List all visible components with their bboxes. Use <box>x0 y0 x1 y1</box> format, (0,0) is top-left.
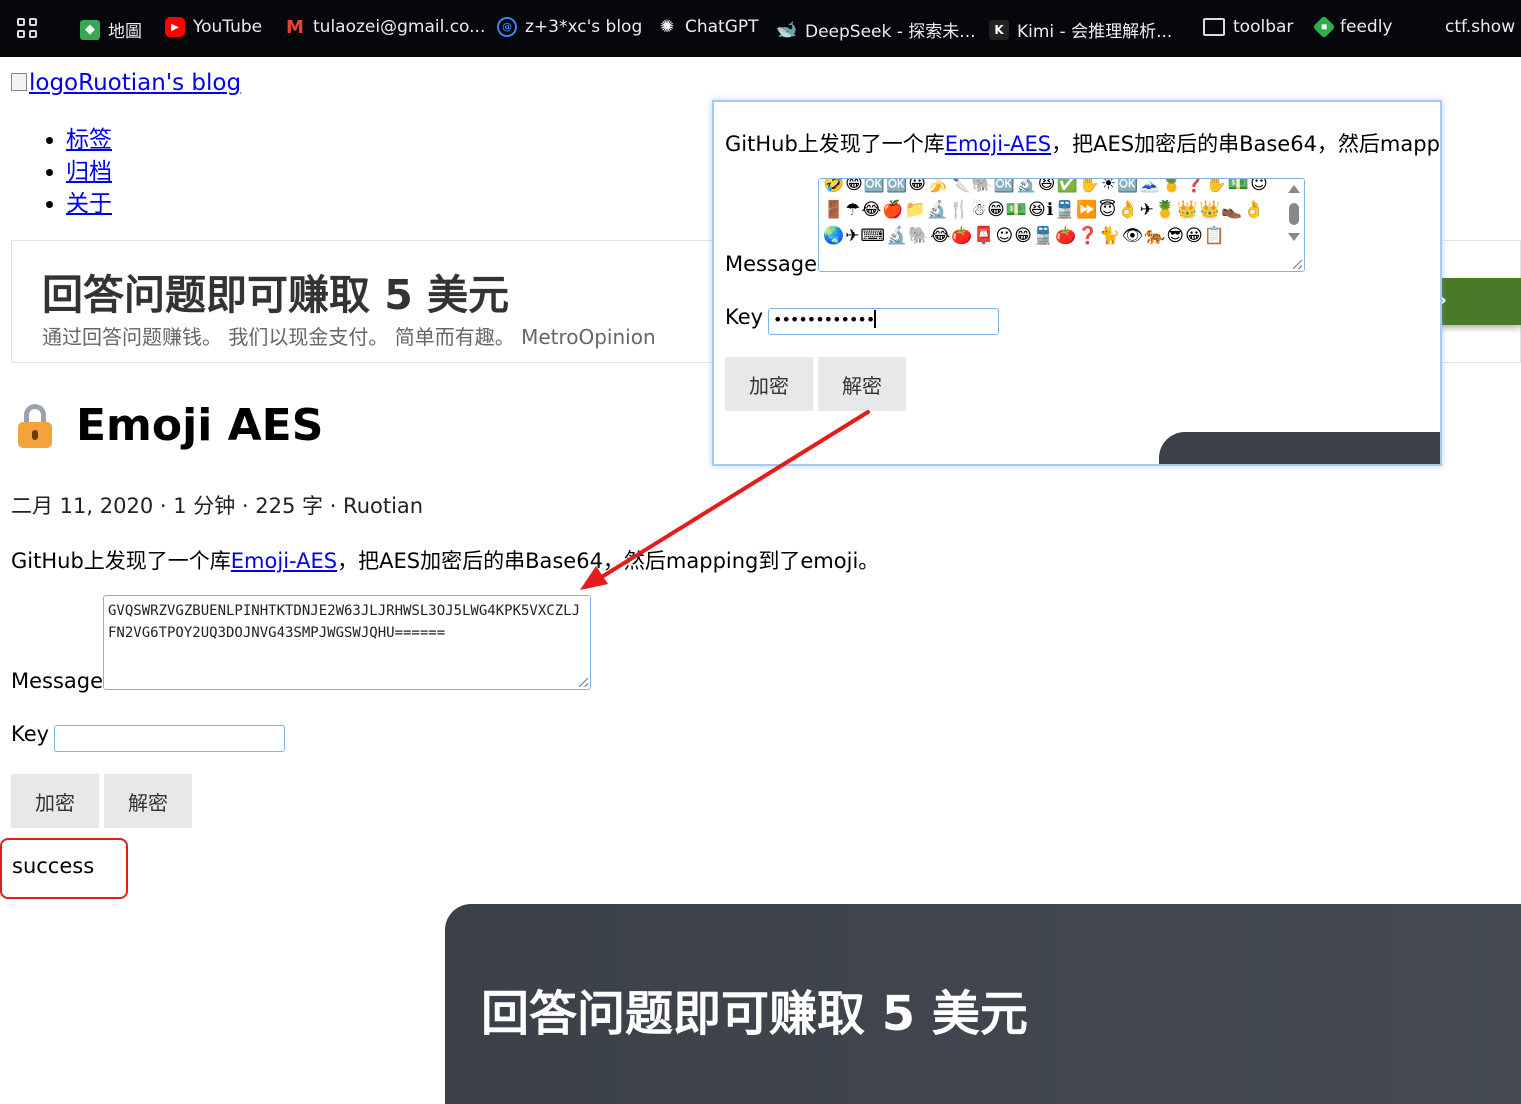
post-intro: GitHub上发现了一个库Emoji-AES，把AES加密后的串Base64，然… <box>11 549 880 573</box>
bookmark-toolbar[interactable]: toolbar <box>1203 17 1293 37</box>
site-home-link[interactable]: logoRuotian's blog <box>11 70 241 96</box>
lock-icon <box>16 403 54 448</box>
blog-icon: @ <box>497 17 517 37</box>
nav-link-about[interactable]: 关于 <box>66 191 112 217</box>
bottom-ad[interactable]: 回答问题即可赚取 5 美元 <box>445 904 1521 1104</box>
chatgpt-icon: ✺ <box>659 17 675 37</box>
bookmark-maps[interactable]: ◆ 地圖 <box>80 17 142 42</box>
nav-link-tags[interactable]: 标签 <box>66 127 112 153</box>
broken-image-icon <box>11 73 27 91</box>
popup-key-input[interactable]: •••••••••••• <box>768 308 999 335</box>
maps-icon: ◆ <box>80 19 100 40</box>
ad-subtitle: 通过回答问题赚钱。 我们以现金支付。 简单而有趣。 MetroOpinion <box>42 325 656 349</box>
message-label: Message <box>11 669 104 693</box>
popup-message-label: Message <box>725 252 818 276</box>
bookmark-chatgpt[interactable]: ✺ ChatGPT <box>657 17 759 37</box>
logo-alt-text: logo <box>29 70 79 96</box>
ad-title: 回答问题即可赚取 5 美元 <box>42 271 510 319</box>
overlay-screenshot-panel: GitHub上发现了一个库Emoji-AES，把AES加密后的串Base64，然… <box>712 100 1442 466</box>
message-textarea[interactable]: GVQSWRZVGZBUENLPINHTKTDNJE2W63JLJRHWSL3O… <box>103 595 591 690</box>
scroll-down-icon[interactable] <box>1288 233 1300 241</box>
bookmark-gmail[interactable]: M tulaozei@gmail.co... <box>285 16 485 38</box>
post-meta: 二月 11, 2020 · 1 分钟 · 225 字 · Ruotian <box>11 494 424 518</box>
deepseek-icon: 🐋 <box>776 19 798 40</box>
main-nav: 标签 归档 关于 <box>36 124 112 220</box>
apps-grid-icon[interactable] <box>17 18 39 40</box>
resize-handle-icon[interactable] <box>1293 260 1302 269</box>
popup-message-value: 🤣😁🆗🆗😀🍌🔪🐘🆗🔬😆✅✋☀🆗🗻🍍❓✋💵☺🚪☂😂🍎📁🔬🍴☃😁💵😆ℹ🚆⏩😇👌✈🍍👑… <box>823 178 1269 246</box>
bottom-ad-title: 回答问题即可赚取 5 美元 <box>481 986 1028 1042</box>
key-input[interactable] <box>54 725 285 752</box>
bookmark-deepseek[interactable]: 🐋 DeepSeek - 探索未... <box>776 17 975 43</box>
nav-item-tags: 标签 <box>66 124 112 156</box>
emoji-aes-link[interactable]: Emoji-AES <box>231 549 337 573</box>
bookmarks-bar: ◆ 地圖 ▶ YouTube M tulaozei@gmail.co... @ … <box>0 0 1521 57</box>
post-title-text: Emoji AES <box>76 400 324 451</box>
popup-dark-ad-corner <box>1159 432 1440 464</box>
bookmark-kimi[interactable]: K Kimi - 会推理解析... <box>989 17 1172 42</box>
kimi-icon: K <box>989 19 1009 40</box>
popup-intro: GitHub上发现了一个库Emoji-AES，把AES加密后的串Base64，然… <box>725 132 1440 156</box>
popup-emoji-aes-link[interactable]: Emoji-AES <box>945 132 1051 156</box>
folder-icon <box>1203 18 1225 36</box>
resize-handle-icon[interactable] <box>579 678 588 687</box>
bookmark-ctfshow[interactable]: ctf.show <box>1445 17 1515 37</box>
scroll-up-icon[interactable] <box>1288 185 1300 193</box>
decrypt-button[interactable]: 解密 <box>104 774 192 828</box>
feedly-icon: ◆ <box>1312 15 1336 39</box>
bookmark-youtube[interactable]: ▶ YouTube <box>165 17 262 37</box>
message-value: GVQSWRZVGZBUENLPINHTKTDNJE2W63JLJRHWSL3O… <box>108 603 581 641</box>
result-output: success <box>0 838 128 899</box>
nav-link-archive[interactable]: 归档 <box>66 159 112 185</box>
textarea-scrollbar[interactable] <box>1284 179 1304 271</box>
popup-decrypt-button[interactable]: 解密 <box>818 357 906 411</box>
popup-message-textarea[interactable]: 🤣😁🆗🆗😀🍌🔪🐘🆗🔬😆✅✋☀🆗🗻🍍❓✋💵☺🚪☂😂🍎📁🔬🍴☃😁💵😆ℹ🚆⏩😇👌✈🍍👑… <box>818 178 1305 272</box>
key-label: Key <box>11 722 50 746</box>
popup-key-label: Key <box>725 305 764 329</box>
gmail-icon: M <box>286 16 304 38</box>
encrypt-button[interactable]: 加密 <box>11 774 99 828</box>
scroll-thumb[interactable] <box>1289 203 1299 225</box>
bookmark-feedly[interactable]: ◆ feedly <box>1312 15 1392 39</box>
nav-item-archive: 归档 <box>66 156 112 188</box>
popup-encrypt-button[interactable]: 加密 <box>725 357 813 411</box>
site-logo-link[interactable]: logoRuotian's blog <box>11 70 241 96</box>
text-cursor <box>874 310 877 328</box>
site-name: Ruotian's blog <box>78 70 242 96</box>
youtube-icon: ▶ <box>165 17 185 37</box>
bookmark-blog[interactable]: @ z+3*xc's blog <box>497 17 642 37</box>
nav-item-about: 关于 <box>66 188 112 220</box>
post-title: Emoji AES <box>16 400 323 451</box>
